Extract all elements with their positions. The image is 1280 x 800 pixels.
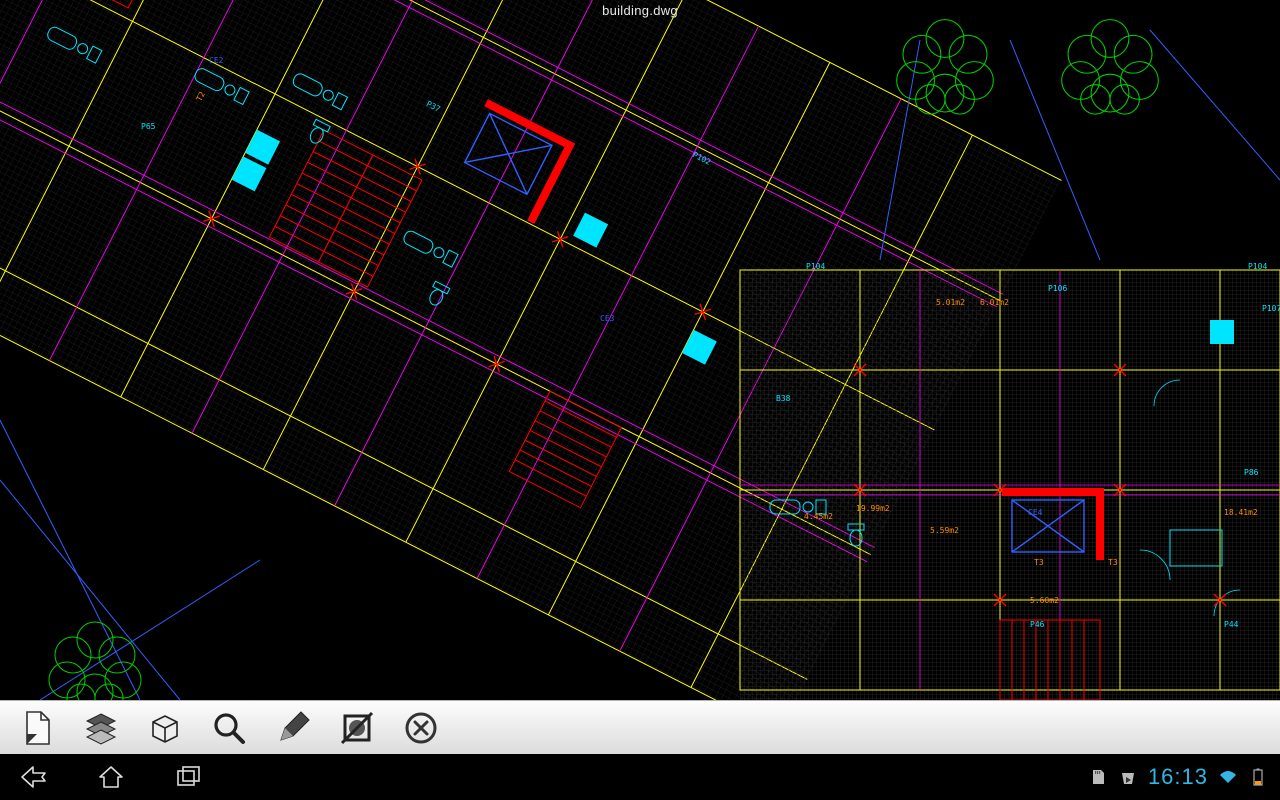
sd-card-icon	[1088, 767, 1108, 787]
back-button[interactable]	[12, 756, 54, 798]
app-toolbar	[0, 700, 1280, 754]
wifi-icon	[1218, 767, 1238, 787]
home-button[interactable]	[90, 756, 132, 798]
draw-button[interactable]	[262, 702, 324, 754]
zoom-button[interactable]	[198, 702, 260, 754]
measure-button[interactable]	[326, 702, 388, 754]
battery-icon	[1248, 767, 1268, 787]
close-button[interactable]	[390, 702, 452, 754]
model-3d-button[interactable]	[134, 702, 196, 754]
recents-button[interactable]	[168, 756, 210, 798]
play-store-icon	[1118, 767, 1138, 787]
new-file-button[interactable]	[6, 702, 68, 754]
layers-button[interactable]	[70, 702, 132, 754]
status-clock: 16:13	[1148, 764, 1208, 790]
android-navbar: 16:13	[0, 754, 1280, 800]
title-filename: building.dwg	[0, 0, 1280, 22]
drawing-canvas[interactable]: CE2 CE3 CE4 T2 T3 P65 B38 P37 P102 P104 …	[0, 0, 1280, 700]
